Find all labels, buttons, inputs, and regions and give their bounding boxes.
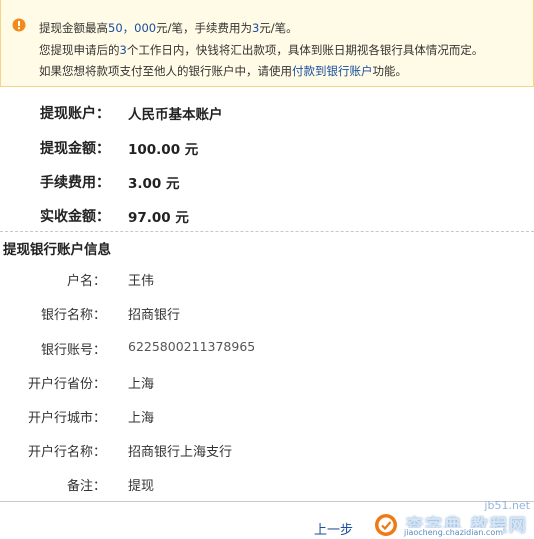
info-label: 户名： — [66, 274, 106, 289]
info-label: 银行账号： — [40, 343, 106, 358]
info-value: 提现 — [128, 479, 155, 494]
watermark-url: jiaocheng.chazidian.com — [404, 528, 504, 537]
confirm-check-icon[interactable] — [374, 513, 398, 537]
summary-value: 97.00 元 — [128, 210, 189, 226]
previous-step-link[interactable]: 上一步 — [314, 519, 353, 538]
info-row-province: 开户行省份： 上海 — [0, 373, 534, 395]
summary-label: 手续费用： — [40, 175, 110, 191]
info-row-branch: 开户行名称： 招商银行上海支行 — [0, 441, 534, 463]
summary-row-amount: 提现金额： 100.00 元 — [0, 138, 534, 162]
info-value: 王伟 — [128, 274, 155, 289]
info-value: 上海 — [128, 411, 155, 426]
summary-row-received: 实收金额： 97.00 元 — [0, 206, 534, 230]
info-row-city: 开户行城市： 上海 — [0, 407, 534, 429]
notice-line-limit: 提现金额最高50，000元/笔，手续费用为3元/笔。 — [39, 21, 298, 35]
summary-value: 3.00 元 — [128, 176, 180, 192]
info-label: 开户行名称： — [27, 445, 106, 460]
notice-line-other-account: 如果您想将款项支付至他人的银行账户中，请使用付款到银行账户功能。 — [39, 64, 407, 78]
summary-label: 实收金额： — [40, 209, 110, 225]
summary-row-account: 提现账户： 人民币基本账户 — [0, 103, 534, 127]
info-value: 6225800211378965 — [128, 339, 256, 354]
summary-label: 提现金额： — [40, 141, 110, 157]
info-value: 招商银行上海支行 — [128, 445, 233, 460]
info-row-remark: 备注： 提现 — [0, 475, 534, 497]
summary-label: 提现账户： — [40, 106, 110, 122]
watermark: jb51.net 查字典 教程网 jiaocheng.chazidian.com — [400, 498, 534, 539]
info-row-holder-name: 户名： 王伟 — [0, 270, 534, 292]
info-label: 开户行省份： — [27, 377, 106, 392]
info-value: 招商银行 — [128, 308, 181, 323]
info-row-account-number: 银行账号： 6225800211378965 — [0, 339, 534, 361]
summary-row-fee: 手续费用： 3.00 元 — [0, 172, 534, 196]
info-icon — [12, 18, 26, 32]
summary-value: 人民币基本账户 — [128, 107, 223, 123]
notice-box: 提现金额最高50，000元/笔，手续费用为3元/笔。 您提现申请后的3个工作日内… — [0, 0, 534, 87]
notice-line-timing: 您提现申请后的3个工作日内，快钱将汇出款项，具体到账日期视各银行具体情况而定。 — [39, 43, 484, 57]
pay-to-bank-account-link[interactable]: 付款到银行账户 — [292, 64, 373, 78]
info-value: 上海 — [128, 377, 155, 392]
info-label: 银行名称： — [40, 308, 106, 323]
summary-value: 100.00 元 — [128, 142, 199, 158]
info-label: 备注： — [66, 479, 106, 494]
section-title: 提现银行账户信息 — [3, 242, 111, 258]
info-row-bank-name: 银行名称： 招商银行 — [0, 304, 534, 326]
section-divider — [0, 231, 534, 232]
info-label: 开户行城市： — [27, 411, 106, 426]
